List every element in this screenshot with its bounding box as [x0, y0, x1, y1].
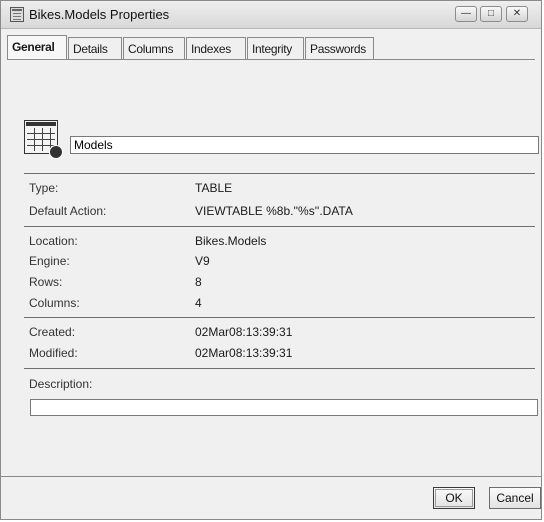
columns-value: 4	[195, 296, 202, 310]
tab-details[interactable]: Details	[68, 37, 122, 59]
rows-value: 8	[195, 275, 202, 289]
section-divider	[24, 317, 535, 318]
tab-integrity[interactable]: Integrity	[247, 37, 304, 59]
tab-panel-border	[7, 59, 535, 60]
default-action-value: VIEWTABLE %8b.''%s''.DATA	[195, 204, 353, 218]
section-divider	[24, 226, 535, 227]
created-value: 02Mar08:13:39:31	[195, 325, 293, 339]
type-value: TABLE	[195, 181, 233, 195]
minimize-button[interactable]: —	[455, 6, 477, 22]
data-table-icon	[24, 120, 63, 159]
window-title: Bikes.Models Properties	[29, 7, 170, 22]
description-label: Description:	[29, 377, 93, 391]
created-label: Created:	[29, 325, 76, 339]
section-divider	[24, 368, 535, 369]
section-divider	[24, 173, 535, 174]
table-icon	[10, 7, 24, 22]
location-value: Bikes.Models	[195, 234, 267, 248]
default-action-label: Default Action:	[29, 204, 107, 218]
rows-label: Rows:	[29, 275, 63, 289]
properties-dialog: Bikes.Models Properties — □ ✕ General De…	[0, 0, 542, 520]
engine-label: Engine:	[29, 254, 70, 268]
cancel-button[interactable]: Cancel	[489, 487, 541, 509]
location-label: Location:	[29, 234, 78, 248]
tab-indexes[interactable]: Indexes	[186, 37, 246, 59]
tab-columns[interactable]: Columns	[123, 37, 185, 59]
maximize-button[interactable]: □	[480, 6, 502, 22]
modified-label: Modified:	[29, 346, 78, 360]
modified-value: 02Mar08:13:39:31	[195, 346, 293, 360]
type-label: Type:	[29, 181, 59, 195]
tab-passwords[interactable]: Passwords	[305, 37, 374, 59]
close-button[interactable]: ✕	[506, 6, 528, 22]
columns-label: Columns:	[29, 296, 80, 310]
button-area-divider	[1, 476, 541, 477]
tab-general[interactable]: General	[7, 35, 67, 59]
ok-button[interactable]: OK	[433, 487, 475, 509]
description-input[interactable]	[30, 399, 538, 416]
title-bar[interactable]: Bikes.Models Properties — □ ✕	[1, 1, 541, 29]
table-name-input[interactable]	[70, 136, 539, 154]
engine-value: V9	[195, 254, 210, 268]
